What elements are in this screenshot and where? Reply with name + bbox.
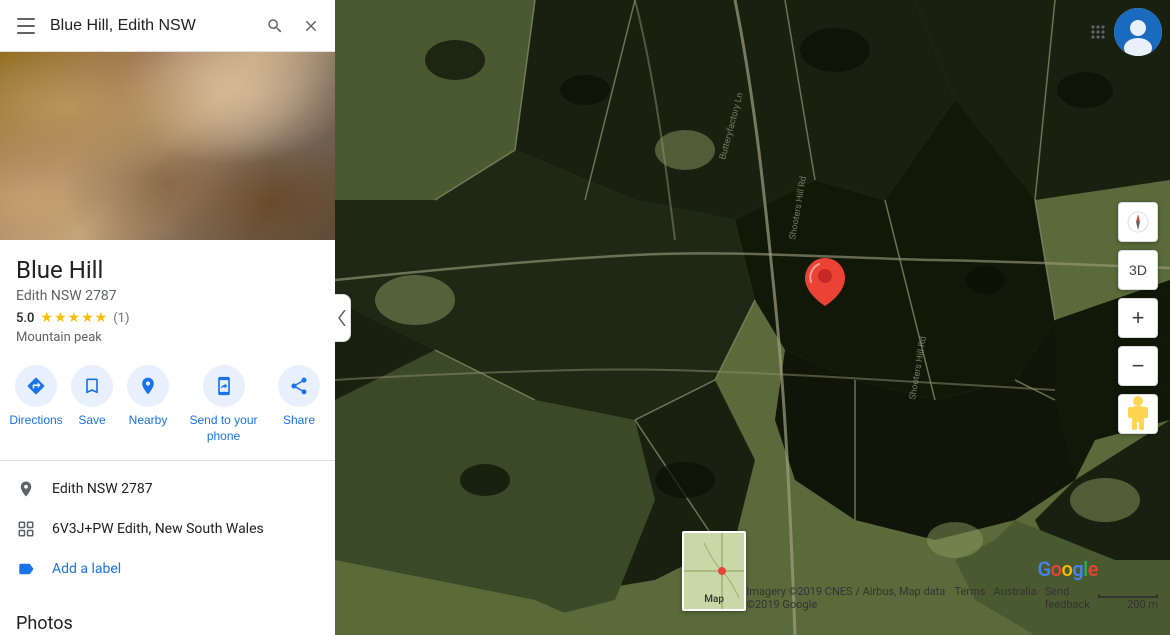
place-type: Mountain peak — [16, 330, 319, 345]
zoom-out-icon: − — [1132, 353, 1145, 379]
search-input[interactable] — [50, 17, 261, 35]
star-2: ★ — [54, 310, 67, 326]
zoom-in-icon: + — [1132, 305, 1145, 331]
directions-icon — [15, 365, 57, 407]
photos-title: Photos — [0, 605, 335, 635]
mini-map[interactable]: Map — [682, 531, 746, 611]
three-d-button[interactable]: 3D — [1118, 250, 1158, 290]
search-button[interactable] — [261, 12, 289, 40]
scale-bar: 200 m — [1098, 594, 1158, 611]
collapse-sidebar-button[interactable] — [335, 294, 351, 342]
stars: ★ ★ ★ ★ ★ — [40, 310, 107, 326]
hamburger-icon — [17, 25, 35, 27]
account-avatar — [1114, 8, 1162, 56]
star-3: ★ — [68, 310, 81, 326]
account-button[interactable] — [1114, 8, 1162, 56]
directions-label: Directions — [9, 413, 62, 429]
send-to-phone-icon — [203, 365, 245, 407]
location-pin-icon — [16, 479, 36, 499]
apps-grid-button[interactable] — [1078, 12, 1118, 52]
nearby-button[interactable]: Nearby — [120, 365, 176, 444]
search-bar — [0, 0, 335, 52]
action-buttons: Directions Save Nearby Send to your phon… — [0, 353, 335, 461]
save-icon — [71, 365, 113, 407]
map-area[interactable]: Butteryfactory Ln Shooters Hill Rd Shoot… — [335, 0, 1170, 635]
share-label: Share — [283, 413, 315, 429]
review-count[interactable]: (1) — [113, 311, 129, 326]
place-name: Blue Hill — [16, 256, 319, 284]
zoom-in-button[interactable]: + — [1118, 298, 1158, 338]
share-icon — [278, 365, 320, 407]
scale-text: 200 m — [1127, 598, 1158, 611]
rock-texture — [0, 52, 335, 240]
save-label: Save — [78, 413, 105, 429]
label-icon — [16, 559, 36, 579]
map-metadata: Imagery ©2019 CNES / Airbus, Map data ©2… — [746, 585, 1098, 611]
zoom-out-button[interactable]: − — [1118, 346, 1158, 386]
map-controls: 3D + − — [1118, 202, 1158, 434]
add-label-text: Add a label — [52, 561, 121, 577]
rating-number: 5.0 — [16, 311, 34, 326]
attribution: Google Imagery ©2019 CNES / Airbus, Map … — [746, 557, 1098, 611]
nearby-icon — [127, 365, 169, 407]
mini-map-label: Map — [704, 594, 724, 605]
rating-row: 5.0 ★ ★ ★ ★ ★ (1) — [16, 310, 319, 326]
compass-button[interactable] — [1118, 202, 1158, 242]
hamburger-icon — [17, 18, 35, 20]
plus-code-row[interactable]: 6V3J+PW Edith, New South Wales — [0, 509, 335, 549]
google-logo: Google — [1037, 557, 1098, 581]
photos-section: Photos Photos — [0, 597, 335, 635]
info-rows: Edith NSW 2787 6V3J+PW Edith, New South … — [0, 461, 335, 597]
share-button[interactable]: Share — [271, 365, 327, 444]
place-info: Blue Hill Edith NSW 2787 5.0 ★ ★ ★ ★ ★ (… — [0, 240, 335, 353]
plus-code-icon — [16, 519, 36, 539]
save-button[interactable]: Save — [64, 365, 120, 444]
map-bottom-bar: Map Google Imagery ©2019 CNES / Airbus, … — [682, 531, 1158, 611]
australia-link[interactable]: Australia — [993, 585, 1036, 611]
star-4: ★ — [81, 310, 94, 326]
star-1: ★ — [40, 310, 53, 326]
address-text: Edith NSW 2787 — [52, 481, 153, 497]
plus-code-text: 6V3J+PW Edith, New South Wales — [52, 521, 264, 537]
pegman-button[interactable] — [1118, 394, 1158, 434]
send-to-phone-label: Send to your phone — [176, 413, 271, 444]
nearby-label: Nearby — [129, 413, 168, 429]
terms-link[interactable]: Terms — [955, 585, 986, 611]
star-5: ★ — [95, 310, 108, 326]
add-label-row[interactable]: Add a label — [0, 549, 335, 589]
place-address: Edith NSW 2787 — [16, 288, 319, 304]
hero-image — [0, 52, 335, 240]
search-icons — [261, 12, 325, 40]
directions-button[interactable]: Directions — [8, 365, 64, 444]
imagery-attribution: Imagery ©2019 CNES / Airbus, Map data ©2… — [746, 585, 946, 611]
send-to-phone-button[interactable]: Send to your phone — [176, 365, 271, 444]
address-row: Edith NSW 2787 — [0, 469, 335, 509]
clear-button[interactable] — [297, 12, 325, 40]
hamburger-button[interactable] — [10, 10, 42, 42]
sidebar: Blue Hill Edith NSW 2787 5.0 ★ ★ ★ ★ ★ (… — [0, 0, 335, 635]
send-feedback-link[interactable]: Send feedback — [1045, 585, 1098, 611]
hamburger-icon — [17, 32, 35, 34]
